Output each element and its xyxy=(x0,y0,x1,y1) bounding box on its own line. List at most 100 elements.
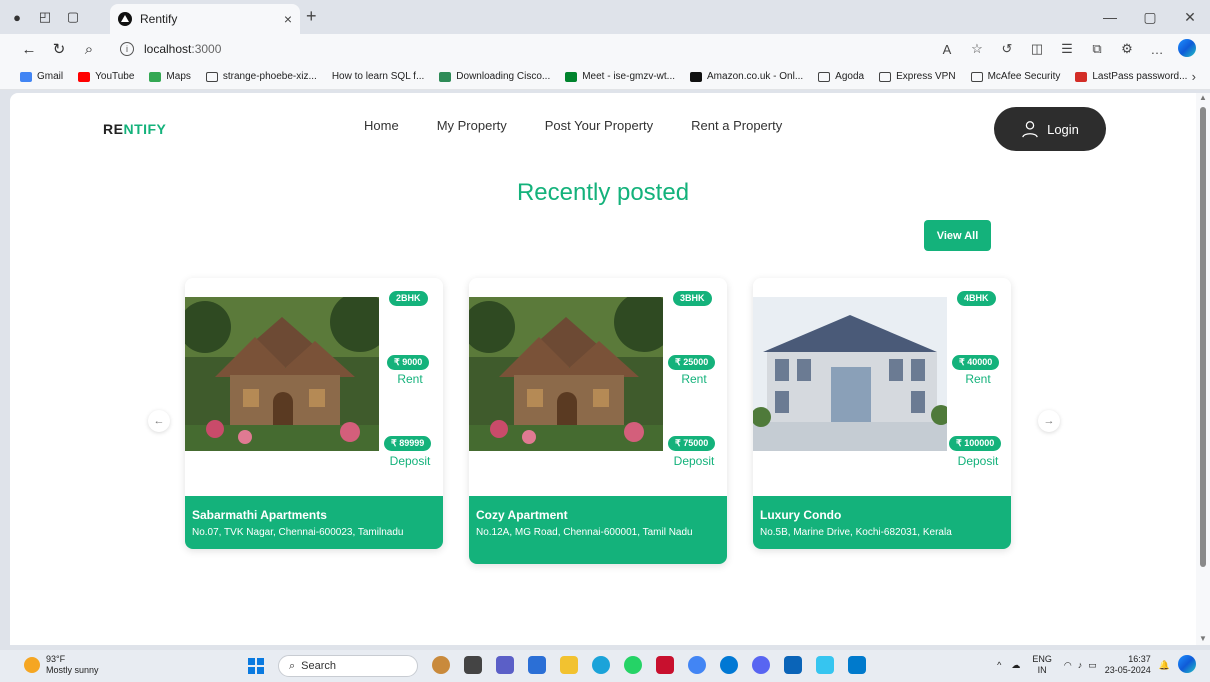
windows-start-icon[interactable] xyxy=(248,658,264,674)
bookmark-item[interactable]: Express VPN xyxy=(879,71,956,82)
page-icon xyxy=(205,71,218,82)
mail-icon[interactable] xyxy=(784,656,802,674)
bookmark-item[interactable]: McAfee Security xyxy=(970,71,1060,82)
read-aloud-icon[interactable]: A xyxy=(932,42,962,57)
gmail-icon xyxy=(20,71,32,82)
weather-widget[interactable]: 93°F Mostly sunny xyxy=(24,654,99,676)
bookmark-item[interactable]: LastPass password... xyxy=(1075,71,1187,82)
bookmark-item[interactable]: YouTube xyxy=(78,71,134,82)
scroll-up-icon[interactable]: ▲ xyxy=(1199,93,1207,102)
url-field[interactable]: i localhost:3000 xyxy=(120,37,960,61)
vscode-icon[interactable] xyxy=(848,656,866,674)
property-card[interactable]: 4BHK ₹ 40000 Rent ₹ 100000 Deposit Luxur… xyxy=(753,278,1011,549)
bookmark-item[interactable]: Agoda xyxy=(818,71,864,82)
bookmark-item[interactable]: How to learn SQL f... xyxy=(332,71,424,82)
chrome-icon[interactable] xyxy=(688,656,706,674)
file-explorer-icon[interactable] xyxy=(560,656,578,674)
view-all-button[interactable]: View All xyxy=(924,220,991,251)
property-photo xyxy=(469,297,663,451)
teams-icon[interactable] xyxy=(496,656,514,674)
bhk-badge: 2BHK xyxy=(389,291,428,306)
deposit-badge: ₹ 75000 xyxy=(668,436,716,451)
clock-time: 16:37 xyxy=(1128,654,1151,664)
page-scrollbar[interactable]: ▲ ▼ xyxy=(1196,93,1210,645)
minimize-icon[interactable]: — xyxy=(1090,0,1130,34)
site-logo[interactable]: RENTIFY xyxy=(103,121,166,137)
favorite-star-icon[interactable]: ☆ xyxy=(962,41,992,57)
whatsapp-icon[interactable] xyxy=(624,656,642,674)
clock-date: 23-05-2024 xyxy=(1104,665,1151,675)
cisco-icon xyxy=(439,71,452,82)
scrollbar-thumb[interactable] xyxy=(1200,107,1206,567)
tab-rentify[interactable]: Rentify × xyxy=(110,4,300,34)
property-card[interactable]: 3BHK ₹ 25000 Rent ₹ 75000 Deposit Cozy A… xyxy=(469,278,727,564)
bhk-badge: 3BHK xyxy=(673,291,712,306)
copilot-icon[interactable] xyxy=(1172,38,1202,60)
rent-badge: ₹ 9000 xyxy=(387,355,430,370)
volume-icon[interactable]: ♪ xyxy=(1078,660,1083,670)
property-info: Sabarmathi Apartments No.07, TVK Nagar, … xyxy=(185,496,443,549)
taskbar-search-label: Search xyxy=(301,660,337,672)
clock[interactable]: 16:37 23-05-2024 xyxy=(1105,654,1151,676)
nav-home[interactable]: Home xyxy=(364,118,399,133)
property-card[interactable]: 2BHK ₹ 9000 Rent ₹ 89999 Deposit Sabarma… xyxy=(185,278,443,549)
nav-my-property[interactable]: My Property xyxy=(437,118,507,133)
favorites-icon[interactable]: ☰ xyxy=(1052,41,1082,57)
search-icon[interactable]: ⌕ xyxy=(74,41,104,58)
taskbar-search[interactable]: ⌕ Search xyxy=(278,655,418,677)
slack-icon[interactable] xyxy=(816,656,834,674)
carousel-prev-icon[interactable]: ← xyxy=(148,410,170,432)
pinned-apps xyxy=(432,656,880,674)
carousel-next-icon[interactable]: → xyxy=(1038,410,1060,432)
store-icon[interactable] xyxy=(528,656,546,674)
bookmarks-overflow-icon[interactable]: › xyxy=(1192,69,1196,84)
nav-rent-a-property[interactable]: Rent a Property xyxy=(691,118,782,133)
tray-expand-icon[interactable]: ^ xyxy=(997,660,1001,670)
search-icon: ⌕ xyxy=(289,659,296,672)
tab-actions-icon[interactable]: ▢ xyxy=(62,6,84,28)
user-icon xyxy=(1022,121,1038,138)
bookmark-item[interactable]: Maps xyxy=(149,71,191,82)
new-tab-button[interactable]: + xyxy=(306,6,317,27)
lastpass-icon xyxy=(1075,71,1088,82)
bookmark-item[interactable]: Gmail xyxy=(20,71,63,82)
url-host: localhost xyxy=(144,42,192,56)
refresh-icon[interactable]: ↻ xyxy=(44,40,74,58)
collections-icon[interactable]: ⧉ xyxy=(1082,41,1112,57)
refresh-extension-icon[interactable]: ↺ xyxy=(992,41,1022,57)
wifi-icon[interactable]: ◠ xyxy=(1064,660,1072,671)
extensions-icon[interactable]: ⚙ xyxy=(1112,41,1142,57)
close-window-icon[interactable]: ✕ xyxy=(1170,0,1210,34)
language-indicator[interactable]: ENG IN xyxy=(1032,654,1052,676)
edge-icon[interactable] xyxy=(592,656,610,674)
rent-label: Rent xyxy=(965,372,991,386)
split-screen-icon[interactable]: ◫ xyxy=(1022,41,1052,57)
cloud-icon[interactable]: ☁ xyxy=(1011,660,1020,671)
profile-icon[interactable]: ● xyxy=(6,6,28,28)
turtle-widget-icon[interactable] xyxy=(432,656,450,674)
discord-icon[interactable] xyxy=(752,656,770,674)
cortana-icon[interactable] xyxy=(720,656,738,674)
bookmark-item[interactable]: Meet - ise-gmzv-wt... xyxy=(565,71,675,82)
nav-post-your-property[interactable]: Post Your Property xyxy=(545,118,653,133)
login-label: Login xyxy=(1047,121,1079,137)
mcafee-icon[interactable] xyxy=(656,656,674,674)
page-viewport: RENTIFY Home My Property Post Your Prope… xyxy=(10,93,1196,645)
bookmark-item[interactable]: Downloading Cisco... xyxy=(439,71,550,82)
tab-close-icon[interactable]: × xyxy=(284,11,292,27)
more-icon[interactable]: … xyxy=(1142,42,1172,57)
back-icon[interactable]: ← xyxy=(14,41,44,58)
notification-bell-icon[interactable]: 🔔 xyxy=(1159,660,1170,671)
bookmark-item[interactable]: strange-phoebe-xiz... xyxy=(205,71,317,82)
scroll-down-icon[interactable]: ▼ xyxy=(1199,634,1207,643)
workspaces-icon[interactable]: ◰ xyxy=(34,6,56,28)
property-address: No.07, TVK Nagar, Chennai-600023, Tamiln… xyxy=(192,527,404,538)
restore-icon[interactable]: ▢ xyxy=(1130,0,1170,34)
files-icon[interactable] xyxy=(464,656,482,674)
login-button[interactable]: Login xyxy=(994,107,1106,151)
battery-icon[interactable]: ▭ xyxy=(1088,660,1097,671)
bookmark-item[interactable]: Amazon.co.uk - Onl... xyxy=(690,71,803,82)
site-info-icon[interactable]: i xyxy=(120,42,134,56)
deposit-badge: ₹ 89999 xyxy=(384,436,432,451)
copilot-taskbar-icon[interactable] xyxy=(1178,655,1196,675)
